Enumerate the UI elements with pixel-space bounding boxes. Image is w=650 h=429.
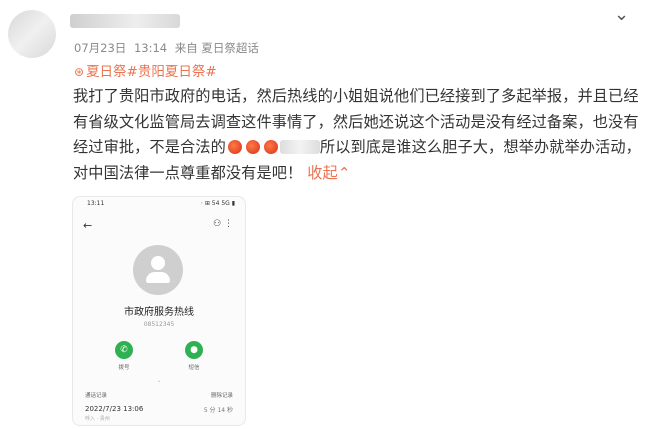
collapse-link[interactable]: 收起⌃ — [307, 164, 350, 182]
contact-name: 市政府服务热线 — [124, 307, 194, 318]
chevron-up-icon[interactable]: ⌃ — [338, 164, 351, 182]
call-duration: 5 分 14 秒 — [203, 407, 233, 414]
call-date: 2022/7/23 13:06 — [85, 405, 144, 413]
phone-call-icon: ✆ — [115, 341, 133, 359]
chevron-down-icon[interactable]: ⌄ — [614, 4, 629, 25]
more-chevron-icon: ⌄ — [156, 377, 162, 384]
angry-emoji-icon — [245, 140, 260, 154]
phone-status-icons: ⋅ ⊞ 54 5G ▮ — [201, 200, 235, 207]
collapse-label[interactable]: 收起 — [307, 164, 338, 182]
contact-actions-icon: ⚇ ⋮ — [213, 219, 233, 229]
post-time: 13:14 — [133, 41, 168, 55]
post-date: 07月23日 — [74, 41, 127, 55]
phone-status-time: 13:11 — [87, 200, 105, 207]
post-source[interactable]: 来自 夏日祭超话 — [175, 41, 259, 55]
topic-tags-text[interactable]: 夏日祭#贵阳夏日祭# — [86, 64, 217, 80]
delete-records-label: 删除记录 — [210, 393, 233, 399]
message-label: 短信 — [188, 365, 200, 371]
contact-avatar-icon — [133, 245, 183, 295]
angry-emoji-icon — [263, 140, 278, 154]
post-body: 我打了贵阳市政府的电话，然后热线的小姐姐说他们已经接到了多起举报，并且已经有省级… — [73, 84, 645, 186]
message-icon: ● — [185, 341, 203, 359]
call-label: 拨号 — [118, 365, 130, 371]
topic-tags[interactable]: ⊛ 夏日祭#贵阳夏日祭# — [74, 60, 217, 80]
blurred-text — [279, 140, 320, 154]
post-meta: 07月23日 13:14 来自 夏日祭超话 — [74, 40, 263, 56]
call-records-label: 通话记录 — [85, 393, 108, 399]
call-subinfo: 呼入 · 贵州 — [85, 416, 110, 422]
phone-status-bar: 13:11 ⋅ ⊞ 54 5G ▮ — [73, 197, 245, 211]
topic-icon: ⊛ — [74, 65, 85, 79]
username-blurred[interactable] — [70, 14, 180, 28]
contact-number: 08512345 — [143, 321, 175, 328]
avatar[interactable] — [8, 10, 56, 58]
back-arrow-icon: ← — [83, 219, 93, 232]
weibo-post: ⌄ 07月23日 13:14 来自 夏日祭超话 ⊛ 夏日祭#贵阳夏日祭# 我打了贵… — [0, 0, 650, 429]
angry-emoji-icon — [227, 140, 242, 154]
phone-screenshot[interactable]: 13:11 ⋅ ⊞ 54 5G ▮ ← ⚇ ⋮ 市政府服务热线 08512345… — [72, 196, 246, 426]
